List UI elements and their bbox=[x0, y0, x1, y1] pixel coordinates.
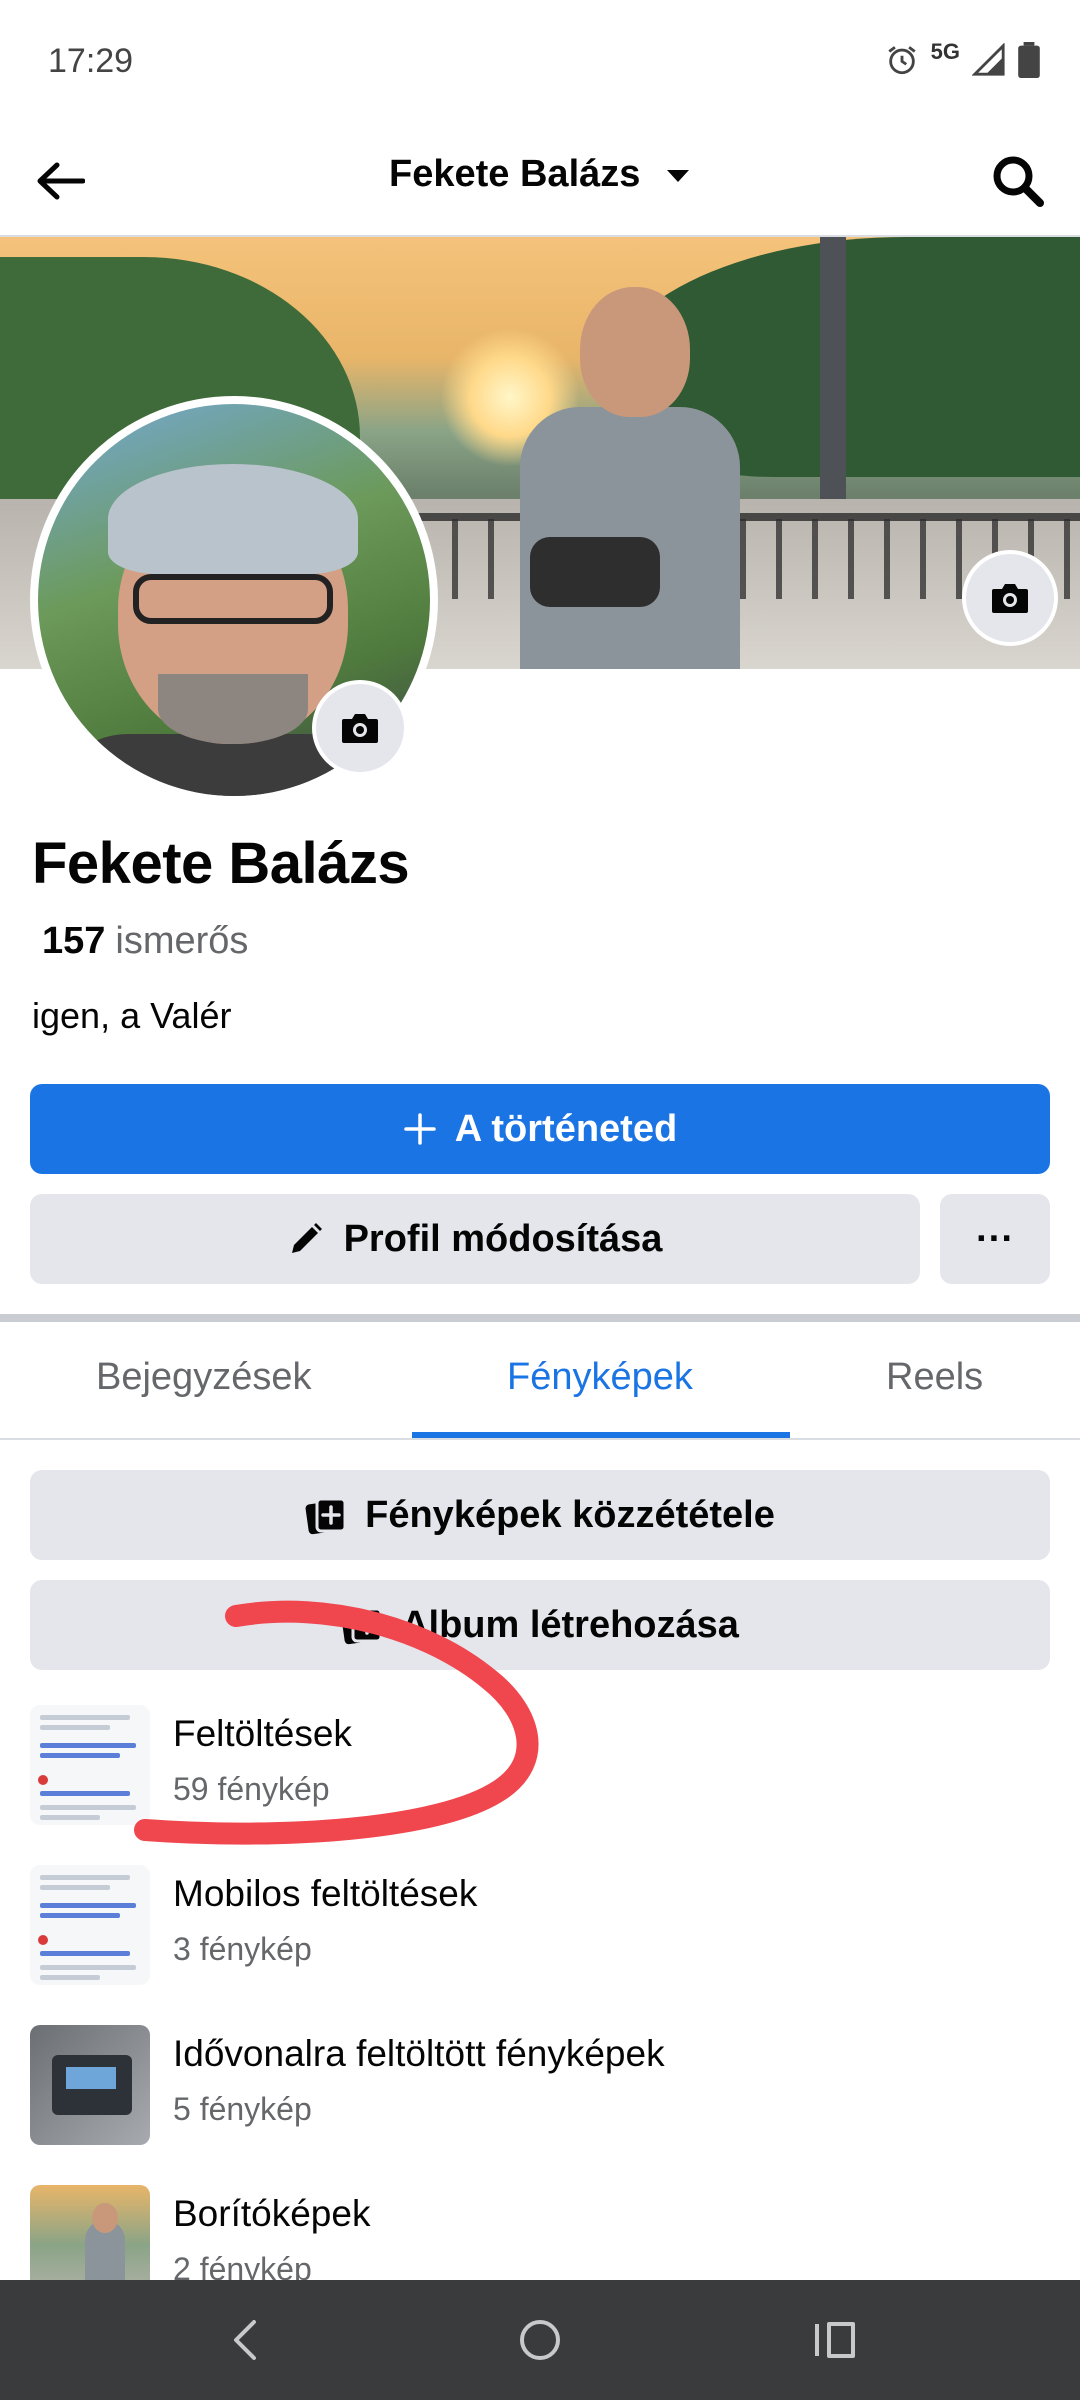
cover-person bbox=[520, 287, 740, 669]
album-title: Idővonalra feltöltött fényképek bbox=[173, 2033, 665, 2074]
search-button[interactable] bbox=[986, 149, 1050, 213]
album-item-uploads[interactable]: Feltöltések 59 fénykép bbox=[30, 1705, 1030, 1825]
album-photo-count: 2 fénykép bbox=[173, 2251, 312, 2281]
album-title: Borítóképek bbox=[173, 2193, 371, 2234]
add-album-icon bbox=[341, 1607, 383, 1645]
friends-count[interactable]: 157 ismerős bbox=[42, 920, 248, 963]
status-bar: 17:29 5G bbox=[0, 0, 1080, 125]
profile-switcher[interactable]: Fekete Balázs bbox=[0, 153, 1080, 196]
album-thumbnail bbox=[30, 2025, 150, 2145]
album-item-cover-photos[interactable]: Borítóképek 2 fénykép bbox=[30, 2185, 1030, 2281]
more-dots-icon: ··· bbox=[976, 1217, 1014, 1260]
publish-photos-label: Fényképek közzététele bbox=[365, 1493, 775, 1536]
battery-icon bbox=[1018, 42, 1040, 78]
edit-profile-button[interactable]: Profil módosítása bbox=[30, 1194, 920, 1284]
publish-photos-button[interactable]: Fényképek közzététele bbox=[30, 1470, 1050, 1560]
system-nav-bar bbox=[0, 2280, 1080, 2400]
recents-icon bbox=[815, 2322, 855, 2358]
search-icon bbox=[993, 156, 1044, 207]
album-photo-count: 3 fénykép bbox=[173, 1931, 312, 1967]
create-album-button[interactable]: Album létrehozása bbox=[30, 1580, 1050, 1670]
tab-reels[interactable]: Reels bbox=[886, 1356, 983, 1399]
edit-profile-picture-button[interactable] bbox=[312, 680, 408, 776]
chevron-left-icon bbox=[234, 2320, 256, 2360]
section-divider bbox=[0, 1314, 1080, 1322]
status-time: 17:29 bbox=[48, 42, 134, 80]
profile-tabs: Bejegyzések Fényképek Reels bbox=[0, 1322, 1080, 1440]
camera-icon bbox=[342, 714, 378, 743]
add-story-label: A történeted bbox=[454, 1107, 678, 1150]
nav-back-button[interactable] bbox=[215, 2310, 275, 2370]
add-story-button[interactable]: A történeted bbox=[30, 1084, 1050, 1174]
alarm-icon bbox=[885, 43, 919, 77]
tab-posts[interactable]: Bejegyzések bbox=[96, 1356, 311, 1399]
album-item-mobile-uploads[interactable]: Mobilos feltöltések 3 fénykép bbox=[30, 1865, 1030, 1985]
profile-bio: igen, a Valér bbox=[32, 995, 232, 1036]
album-item-timeline-photos[interactable]: Idővonalra feltöltött fényképek 5 fényké… bbox=[30, 2025, 1030, 2145]
home-circle-icon bbox=[520, 2320, 560, 2360]
network-label: 5G bbox=[930, 39, 960, 64]
header-title: Fekete Balázs bbox=[389, 153, 641, 195]
more-options-button[interactable]: ··· bbox=[940, 1194, 1050, 1284]
edit-profile-label: Profil módosítása bbox=[343, 1217, 663, 1260]
friends-label: ismerős bbox=[115, 920, 249, 962]
tab-photos[interactable]: Fényképek bbox=[507, 1356, 693, 1399]
active-tab-indicator bbox=[412, 1432, 790, 1438]
camera-icon bbox=[992, 584, 1028, 613]
status-icons: 5G bbox=[885, 39, 1040, 78]
add-photo-icon bbox=[305, 1497, 347, 1535]
album-thumbnail bbox=[30, 1865, 150, 1985]
album-title: Mobilos feltöltések bbox=[173, 1873, 478, 1914]
edit-cover-button[interactable] bbox=[962, 550, 1058, 646]
album-thumbnail bbox=[30, 1705, 150, 1825]
profile-name: Fekete Balázs bbox=[32, 831, 410, 896]
nav-recents-button[interactable] bbox=[805, 2310, 865, 2370]
pencil-icon bbox=[291, 1223, 322, 1253]
album-photo-count: 59 fénykép bbox=[173, 1771, 330, 1807]
create-album-label: Album létrehozása bbox=[401, 1603, 739, 1646]
caret-down-icon bbox=[666, 169, 689, 182]
signal-icon bbox=[972, 43, 1006, 77]
plus-icon bbox=[404, 1113, 436, 1145]
album-thumbnail bbox=[30, 2185, 150, 2281]
top-header: Fekete Balázs bbox=[0, 125, 1080, 237]
album-title: Feltöltések bbox=[173, 1713, 352, 1754]
friends-number: 157 bbox=[42, 920, 106, 962]
album-photo-count: 5 fénykép bbox=[173, 2091, 312, 2127]
nav-home-button[interactable] bbox=[510, 2310, 570, 2370]
